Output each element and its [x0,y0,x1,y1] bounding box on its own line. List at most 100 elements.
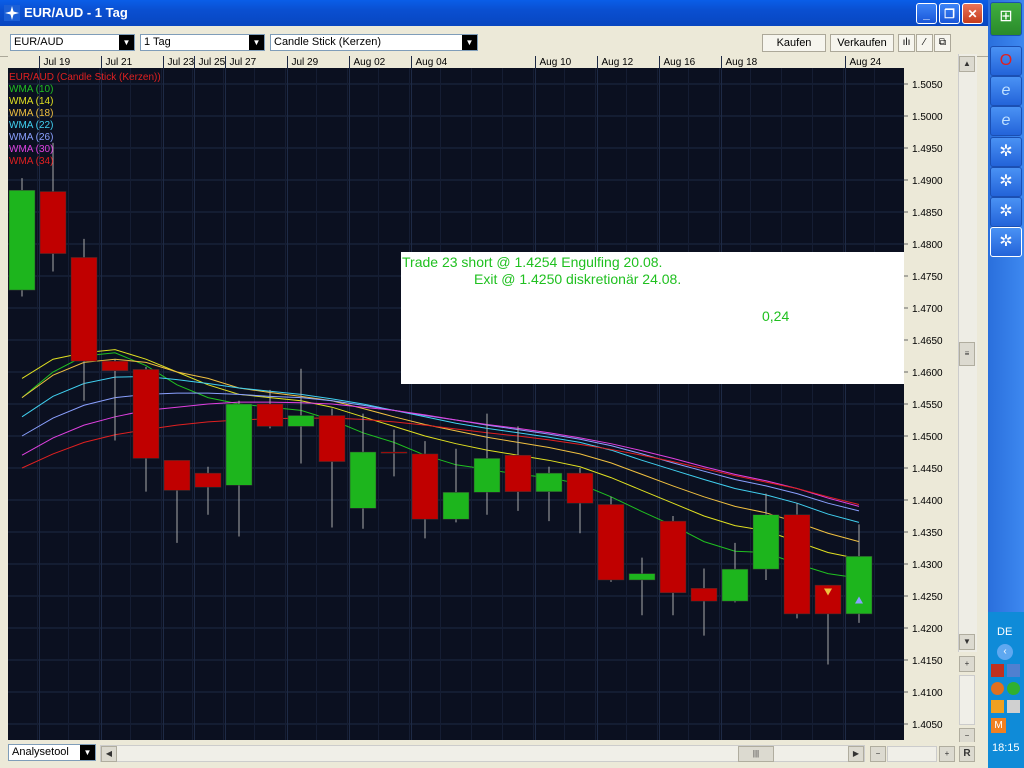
title-bar[interactable]: EUR/AUD - 1 Tag _ ❐ ✕ [0,0,988,26]
x-tick-label: Aug 18 [726,57,758,68]
y-tick-label: 1.4650 [912,336,943,347]
analysis-tool-select[interactable]: Analysetool ▼ [8,744,96,761]
legend-entry: WMA (18) [9,108,53,119]
y-tick-label: 1.4350 [912,528,943,539]
annotation-line1: Trade 23 short @ 1.4254 Engulfing 20.08. [402,254,662,270]
y-tick-label: 1.4600 [912,368,943,379]
horizontal-scrollbar[interactable]: ◀ ||| ▶ [100,745,865,762]
symbol-select[interactable]: EUR/AUD ▼ [10,34,135,51]
chevron-down-icon[interactable]: ▼ [249,35,264,50]
chevron-down-icon[interactable]: ▼ [119,35,134,50]
sell-button[interactable]: Verkaufen [830,34,894,52]
tray-network-icon[interactable] [1007,664,1020,677]
tray-expand-icon[interactable]: ‹ [997,644,1013,660]
chart-area[interactable]: 1.5050 1.5000 1.4950 1.4900 1.4850 1.4800 1.47… [8,56,976,742]
vertical-scrollbar[interactable]: ▲ ≡ ▼ [958,54,977,652]
language-indicator[interactable]: DE [997,626,1012,638]
y-tick-label: 1.4550 [912,400,943,411]
scroll-down-icon[interactable]: ▼ [959,634,975,650]
minimize-button[interactable]: _ [916,3,937,24]
scroll-up-icon[interactable]: ▲ [959,56,975,72]
y-tick-label: 1.4700 [912,304,943,315]
candle-up [287,415,315,427]
y-axis-panel [904,56,960,742]
buy-button[interactable]: Kaufen [762,34,826,52]
zoom-h-track[interactable] [887,746,937,762]
candle-down [132,369,160,459]
tray-pen-icon[interactable] [1007,700,1020,713]
candle-up [628,573,656,581]
tray-check-icon[interactable] [1007,682,1020,695]
tray-app-icon[interactable] [991,682,1004,695]
windows-start-icon[interactable]: ⊞ [990,2,1022,36]
zoom-in-icon[interactable]: + [959,656,975,672]
candle-up [473,458,501,493]
legend-entry: WMA (10) [9,84,53,95]
candle-down [163,460,191,491]
y-tick-label: 1.4950 [912,144,943,155]
y-tick-label: 1.4200 [912,624,943,635]
candle-up [752,514,780,570]
candle-down [39,191,67,254]
trading-app-icon[interactable]: ✲ [990,197,1022,227]
x-tick-label: Jul 27 [230,57,257,68]
scroll-left-icon[interactable]: ◀ [101,746,117,762]
trading-app-icon[interactable]: ✲ [990,167,1022,197]
chevron-down-icon[interactable]: ▼ [462,35,477,50]
candle-up [442,492,470,520]
candle-down [504,454,532,492]
candle-up [721,568,749,602]
candle-down [70,257,98,362]
opera-icon[interactable]: O [990,46,1022,76]
x-tick-label: Jul 21 [106,57,133,68]
tray-mail-icon[interactable] [991,700,1004,713]
internet-explorer-icon[interactable]: e [990,106,1022,136]
candle-up [349,451,377,509]
reset-button[interactable]: R [959,746,975,762]
tray-app-icon[interactable] [991,664,1004,677]
clock: 18:15 [992,742,1020,754]
chart-style-value: Candle Stick (Kerzen) [274,36,381,48]
y-tick-label: 1.4450 [912,464,943,475]
restore-button[interactable]: ❐ [939,3,960,24]
x-axis-header [8,56,904,68]
y-tick-label: 1.4050 [912,720,943,731]
x-tick-label: Aug 24 [850,57,882,68]
bar-chart-icon[interactable]: ılı [898,34,915,52]
zoom-in-h-icon[interactable]: + [939,746,955,762]
analysis-tool-value: Analysetool [12,746,69,758]
x-tick-label: Aug 16 [664,57,696,68]
period-select[interactable]: 1 Tag ▼ [140,34,265,51]
chart-style-select[interactable]: Candle Stick (Kerzen) ▼ [270,34,478,51]
scroll-right-icon[interactable]: ▶ [848,746,864,762]
x-tick-label: Aug 04 [416,57,448,68]
internet-explorer-icon[interactable]: e [990,76,1022,106]
zoom-out-h-icon[interactable]: − [870,746,886,762]
trading-app-icon[interactable]: ✲ [990,227,1022,257]
y-tick-label: 1.4250 [912,592,943,603]
h-scroll-thumb[interactable]: ||| [738,746,774,762]
x-tick-label: Aug 12 [602,57,634,68]
close-button[interactable]: ✕ [962,3,983,24]
x-tick-label: Aug 02 [354,57,386,68]
tray-m-icon[interactable]: M [991,718,1006,733]
annotation-result: 0,24 [762,308,789,324]
candle-down [659,520,687,594]
legend-entry: WMA (30) [9,144,53,155]
candlestick-chart[interactable]: 1.5050 1.5000 1.4950 1.4900 1.4850 1.4800 1.47… [8,56,960,742]
candle-down [318,415,346,462]
scroll-thumb[interactable]: ≡ [959,342,975,366]
y-tick-label: 1.4150 [912,656,943,667]
window-icon[interactable]: ⧉ [934,34,951,52]
candle-down [256,403,284,427]
annotation-line2: Exit @ 1.4250 diskretionär 24.08. [474,271,681,287]
y-tick-label: 1.4900 [912,176,943,187]
y-tick-label: 1.4500 [912,432,943,443]
app-icon [4,5,20,21]
y-tick-label: 1.5050 [912,80,943,91]
zoom-track[interactable] [959,675,975,725]
trading-app-icon[interactable]: ✲ [990,137,1022,167]
draw-line-icon[interactable]: ⁄ [916,34,933,52]
chevron-down-icon[interactable]: ▼ [80,745,95,760]
y-tick-label: 1.4850 [912,208,943,219]
